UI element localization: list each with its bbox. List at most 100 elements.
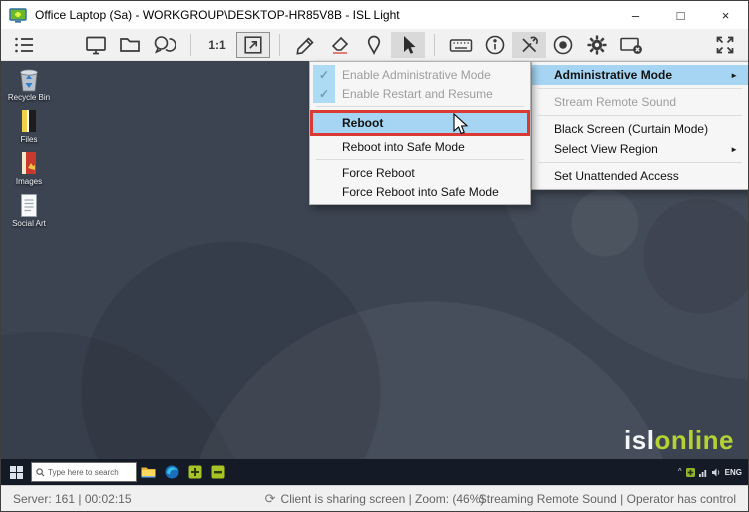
chat-button[interactable] xyxy=(147,32,181,58)
status-sound-control: Streaming Remote Sound | Operator has co… xyxy=(479,492,736,506)
taskbar-edge-browser[interactable] xyxy=(160,459,183,485)
close-button[interactable]: × xyxy=(703,1,748,29)
erase-button[interactable] xyxy=(323,32,357,58)
taskbar-isl-alwayson[interactable] xyxy=(206,459,229,485)
recycle-bin-icon xyxy=(18,66,40,92)
window-title: Office Laptop (Sa) - WORKGROUP\DESKTOP-H… xyxy=(35,8,400,22)
status-server-timer: Server: 161 | 00:02:15 xyxy=(13,492,132,506)
edge-browser-icon xyxy=(165,465,179,479)
disconnect-desktop-icon xyxy=(618,33,644,57)
draw-button[interactable] xyxy=(289,32,323,58)
menu-item-label: Reboot xyxy=(342,116,383,130)
menu-item-reboot-into-safe-mode[interactable]: Reboot into Safe Mode xyxy=(310,137,530,156)
location-pin-icon xyxy=(362,33,386,57)
menu-separator xyxy=(538,115,742,116)
document-icon xyxy=(19,193,39,218)
windows-logo-icon xyxy=(10,466,23,479)
menu-list-icon xyxy=(12,33,36,57)
menu-separator xyxy=(538,88,742,89)
session-info-button[interactable] xyxy=(478,32,512,58)
isl-light-taskbar-icon xyxy=(188,465,202,479)
submenu-arrow-icon: ► xyxy=(730,145,738,154)
toolbar: 1:1 xyxy=(1,29,748,61)
images-folder-icon xyxy=(18,150,40,176)
monitor-icon xyxy=(84,33,108,57)
watermark-online: online xyxy=(654,425,734,455)
info-icon xyxy=(483,33,507,57)
gear-icon xyxy=(585,33,609,57)
desktop-icon-label: Social Art xyxy=(12,219,46,228)
taskbar-isl-light[interactable] xyxy=(183,459,206,485)
tray-chevron-up-icon[interactable]: ^ xyxy=(678,468,682,476)
menu-item-stream-remote-sound: Stream Remote Sound xyxy=(532,92,748,112)
desktop-icon-label: Files xyxy=(21,135,38,144)
tray-language-indicator[interactable]: ENG xyxy=(725,468,742,477)
islonline-watermark: islonline xyxy=(624,427,734,453)
folder-icon xyxy=(118,33,142,57)
menu-item-force-reboot[interactable]: Force Reboot xyxy=(310,163,530,182)
menu-item-reboot[interactable]: Reboot xyxy=(310,110,530,136)
menu-separator xyxy=(316,106,524,107)
desktop-view-button[interactable] xyxy=(79,32,113,58)
fit-screen-button[interactable] xyxy=(236,32,270,58)
minimize-button[interactable]: – xyxy=(613,1,658,29)
pointer-marker-button[interactable] xyxy=(357,32,391,58)
menu-item-label: Black Screen (Curtain Mode) xyxy=(554,122,708,136)
menu-item-black-screen[interactable]: Black Screen (Curtain Mode) xyxy=(532,119,748,139)
settings-button[interactable] xyxy=(580,32,614,58)
desktop-icon-label: Recycle Bin xyxy=(8,93,50,102)
desktop-icon-label: Images xyxy=(16,177,42,186)
search-icon xyxy=(36,468,45,477)
keyboard-icon xyxy=(448,33,474,57)
chat-icon xyxy=(152,33,176,57)
menu-item-label: Reboot into Safe Mode xyxy=(342,140,465,154)
menu-item-administrative-mode[interactable]: Administrative Mode ► xyxy=(532,65,748,85)
watermark-isl: isl xyxy=(624,425,654,455)
record-button[interactable] xyxy=(546,32,580,58)
menu-separator xyxy=(538,162,742,163)
menu-item-label: Stream Remote Sound xyxy=(554,95,676,109)
taskbar-search-input[interactable]: Type here to search xyxy=(31,462,137,482)
menu-item-label: Administrative Mode xyxy=(554,68,672,82)
fullscreen-expand-icon xyxy=(713,33,737,57)
mouse-cursor-icon xyxy=(453,113,470,136)
status-bar: Server: 161 | 00:02:15 ⟳ Client is shari… xyxy=(1,485,748,511)
session-menu-button[interactable] xyxy=(7,32,41,58)
menu-item-set-unattended-access[interactable]: Set Unattended Access xyxy=(532,166,748,186)
tray-network-icon[interactable] xyxy=(699,468,708,477)
desktop-icon-social-art[interactable]: Social Art xyxy=(5,192,53,228)
administrative-mode-submenu: ✓ Enable Administrative Mode ✓ Enable Re… xyxy=(309,61,531,205)
tools-button[interactable] xyxy=(512,32,546,58)
zoom-1-1-label: 1:1 xyxy=(208,38,225,52)
desktop-icon-recycle-bin[interactable]: Recycle Bin xyxy=(5,66,53,102)
tray-speaker-icon[interactable] xyxy=(712,468,721,477)
menu-item-label: Enable Restart and Resume xyxy=(342,87,493,101)
record-icon xyxy=(551,33,575,57)
start-button[interactable] xyxy=(1,459,31,485)
file-transfer-button[interactable] xyxy=(113,32,147,58)
submenu-arrow-icon: ► xyxy=(730,71,738,80)
maximize-button[interactable]: □ xyxy=(658,1,703,29)
menu-item-select-view-region[interactable]: Select View Region ► xyxy=(532,139,748,159)
remote-taskbar: Type here to search xyxy=(1,459,748,485)
menu-item-force-reboot-into-safe-mode[interactable]: Force Reboot into Safe Mode xyxy=(310,182,530,201)
keyboard-button[interactable] xyxy=(444,32,478,58)
end-session-button[interactable] xyxy=(614,32,648,58)
tray-isl-icon[interactable] xyxy=(686,468,695,477)
menu-item-label: Select View Region xyxy=(554,142,658,156)
taskbar-file-explorer[interactable] xyxy=(137,459,160,485)
checkmark-icon: ✓ xyxy=(313,65,335,84)
cursor-control-button[interactable] xyxy=(391,32,425,58)
cursor-arrow-icon xyxy=(396,33,420,57)
fit-screen-icon xyxy=(242,34,264,56)
zoom-1-1-button[interactable]: 1:1 xyxy=(200,32,234,58)
desktop-icon-images[interactable]: Images xyxy=(5,150,53,186)
menu-item-label: Force Reboot xyxy=(342,166,415,180)
isl-light-window: Office Laptop (Sa) - WORKGROUP\DESKTOP-H… xyxy=(0,0,749,512)
desktop-icon-files[interactable]: Files xyxy=(5,108,53,144)
desktop-icons: Recycle Bin Files Images xyxy=(5,66,53,234)
system-tray: ^ ENG xyxy=(678,468,748,477)
menu-item-label: Set Unattended Access xyxy=(554,169,679,183)
menu-item-enable-administrative-mode: ✓ Enable Administrative Mode xyxy=(310,65,530,84)
fullscreen-button[interactable] xyxy=(708,32,742,58)
